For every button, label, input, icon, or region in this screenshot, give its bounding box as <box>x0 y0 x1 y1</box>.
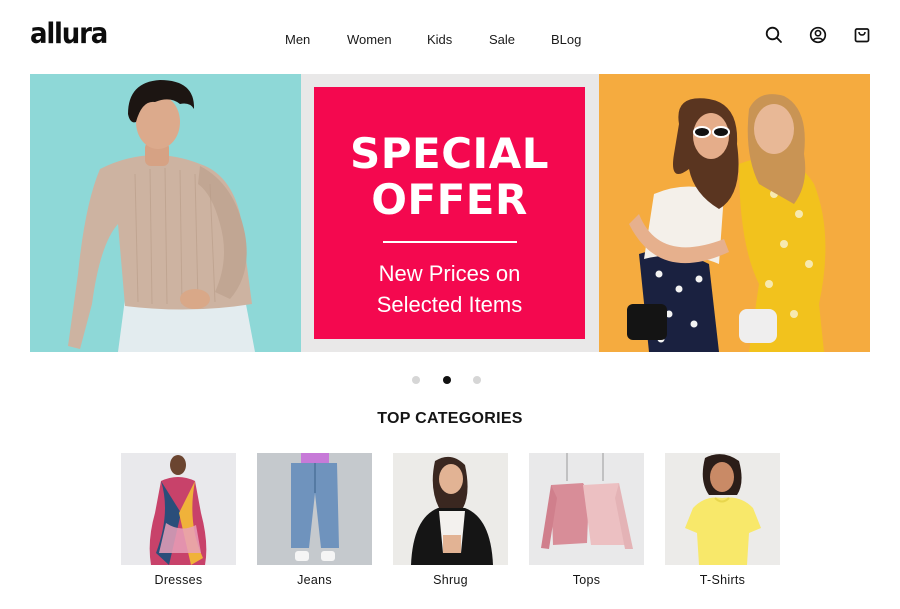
man-model-illustration <box>68 80 255 352</box>
offer-title-line1: SPECIAL <box>350 129 549 178</box>
brand-logo[interactable]: allura <box>30 18 108 50</box>
category-card-tshirts[interactable]: T-Shirts <box>665 453 780 587</box>
carousel-dots <box>412 376 482 384</box>
category-label-jeans: Jeans <box>297 573 332 587</box>
search-icon[interactable] <box>765 26 783 44</box>
category-card-jeans[interactable]: Jeans <box>257 453 372 587</box>
offer-sub-line1: New Prices on <box>378 261 521 286</box>
carousel-dot-2[interactable] <box>443 376 451 384</box>
category-card-dresses[interactable]: Dresses <box>121 453 236 587</box>
offer-subtitle: New Prices on Selected Items <box>314 258 585 320</box>
nav-item-women[interactable]: Women <box>347 32 392 47</box>
account-icon[interactable] <box>809 26 827 44</box>
carousel-dot-3[interactable] <box>473 376 481 384</box>
top-categories-heading: TOP CATEGORIES <box>377 410 523 427</box>
cart-bag-icon[interactable] <box>853 26 871 44</box>
nav-item-blog[interactable]: BLog <box>551 32 581 47</box>
nav-item-kids[interactable]: Kids <box>427 32 452 47</box>
category-image-tops <box>529 453 644 565</box>
offer-title-line2: OFFER <box>371 175 528 224</box>
offer-divider <box>382 241 517 243</box>
category-label-dresses: Dresses <box>154 573 203 587</box>
hero-women-photo <box>599 74 870 352</box>
site-header: allura Men Women Kids Sale BLog <box>0 0 900 74</box>
nav-item-men[interactable]: Men <box>285 32 310 47</box>
nav-item-sale[interactable]: Sale <box>489 32 515 47</box>
offer-sub-line2: Selected Items <box>376 292 523 317</box>
category-card-tops[interactable]: Tops <box>529 453 644 587</box>
women-models-illustration <box>627 94 826 352</box>
category-label-tshirts: T-Shirts <box>699 573 746 587</box>
carousel-dot-1[interactable] <box>412 376 420 384</box>
category-card-shrug[interactable]: Shrug <box>393 453 508 587</box>
category-image-shrug <box>393 453 508 565</box>
category-label-tops: Tops <box>572 573 601 587</box>
special-offer-panel: SPECIAL OFFER New Prices on Selected Ite… <box>301 74 599 352</box>
special-offer-box[interactable]: SPECIAL OFFER New Prices on Selected Ite… <box>314 87 585 339</box>
category-label-shrug: Shrug <box>433 573 468 587</box>
category-image-tshirts <box>665 453 780 565</box>
hero-banner[interactable]: SPECIAL OFFER New Prices on Selected Ite… <box>30 74 870 352</box>
offer-title: SPECIAL OFFER <box>314 131 585 223</box>
category-image-dresses <box>121 453 236 565</box>
category-image-jeans <box>257 453 372 565</box>
hero-man-photo <box>30 74 301 352</box>
